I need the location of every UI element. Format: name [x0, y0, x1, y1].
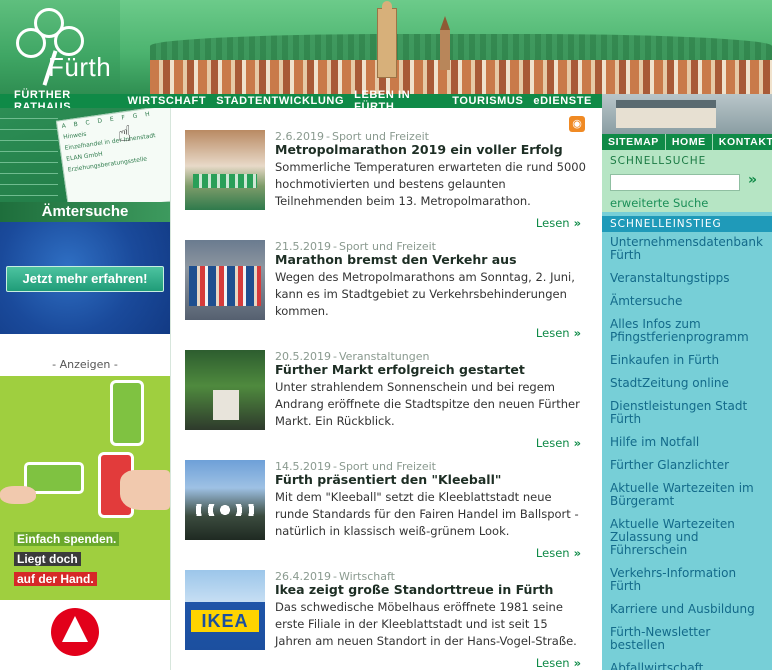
left-column: A B C D E F G H Hinweis Einzelhandel in …: [0, 108, 170, 670]
jetzt-mehr-erfahren-button[interactable]: Jetzt mehr erfahren!: [6, 266, 164, 292]
promo-banner: Jetzt mehr erfahren!: [0, 222, 170, 334]
news-item: IKEA 26.4.2019- Wirtschaft Ikea zeigt gro…: [185, 548, 595, 670]
quick-link[interactable]: Alles Infos zum Pfingstferienprogramm: [602, 318, 772, 344]
nav-kontakt[interactable]: KONTAKT: [713, 134, 772, 150]
quick-link[interactable]: Fürth-Newsletter bestellen: [602, 626, 772, 652]
spenden-ad[interactable]: Einfach spenden. Liegt doch auf der Hand…: [0, 376, 170, 600]
quick-link[interactable]: Aktuelle Wartezeiten im Bürgeramt: [602, 482, 772, 508]
register-page: A B C D E F G H Hinweis Einzelhandel in …: [55, 108, 170, 216]
ikea-sign: IKEA: [191, 610, 259, 632]
register-tab: [0, 163, 58, 174]
building-photo: [616, 100, 716, 128]
quick-link[interactable]: Abfallwirtschaft: [602, 662, 772, 670]
ad-line: auf der Hand.: [14, 572, 97, 586]
aemtersuche-title: Ämtersuche: [0, 202, 170, 222]
quick-link[interactable]: Unternehmensdatenbank Fürth: [602, 236, 772, 262]
nav-wirtschaft[interactable]: WIRTSCHAFT: [127, 95, 206, 107]
advanced-search-link[interactable]: erweiterte Suche: [610, 196, 708, 210]
news-title[interactable]: Fürth präsentiert den "Kleeball": [275, 472, 501, 487]
nav-tourismus[interactable]: TOURISMUS: [452, 95, 523, 107]
read-more-label: Lesen: [535, 656, 570, 670]
news-teaser: Wegen des Metropolmarathons am Sonntag, …: [275, 270, 575, 318]
arbeitsagentur-logo-icon: [51, 608, 99, 656]
news-thumbnail[interactable]: IKEA: [185, 570, 265, 650]
header-photo-right: [602, 94, 772, 134]
news-thumbnail[interactable]: [185, 460, 265, 540]
search-input[interactable]: [610, 174, 740, 191]
news-list: ◉ 2.6.2019- Sport und Freizeit Metropolma…: [170, 108, 602, 670]
news-title[interactable]: Fürther Markt erfolgreich gestartet: [275, 362, 525, 377]
register-tab: [0, 152, 58, 163]
quick-link[interactable]: Hilfe im Notfall: [602, 436, 772, 449]
search-submit-icon[interactable]: »: [748, 172, 757, 188]
ad-line: Liegt doch: [14, 552, 81, 566]
quick-search: SCHNELLSUCHE » erweiterte Suche: [602, 150, 772, 212]
ad-line: Einfach spenden.: [14, 532, 120, 546]
nav-stadtentwicklung[interactable]: STADTENTWICKLUNG: [216, 95, 344, 107]
news-title[interactable]: Marathon bremst den Verkehr aus: [275, 252, 517, 267]
quick-link[interactable]: Dienstleistungen Stadt Fürth: [602, 400, 772, 426]
hand-icon: [120, 470, 170, 510]
quick-links-list: Unternehmensdatenbank Fürth Veranstaltun…: [602, 236, 772, 670]
news-item: 2.6.2019- Sport und Freizeit Metropolmara…: [185, 108, 595, 230]
register-tab: [0, 185, 58, 196]
quick-link[interactable]: Fürther Glanzlichter: [602, 459, 772, 472]
search-title: SCHNELLSUCHE: [610, 155, 707, 167]
quick-link[interactable]: Karriere und Ausbildung: [602, 603, 772, 616]
town-hall-tower: [377, 1, 397, 78]
rooftops: [150, 60, 772, 94]
clover-leaf-left: [16, 28, 46, 58]
logo-text: Fürth: [48, 52, 112, 82]
news-thumbnail[interactable]: [185, 240, 265, 320]
news-teaser: Unter strahlendem Sonnenschein und bei r…: [275, 380, 580, 428]
register-tab: [0, 119, 58, 130]
news-item: 21.5.2019- Sport und Freizeit Marathon br…: [185, 218, 595, 340]
quick-links-title: SCHNELLEINSTIEG: [602, 216, 772, 232]
quick-link[interactable]: Verkehrs-Information Fürth: [602, 567, 772, 593]
quick-link[interactable]: Ämtersuche: [602, 295, 772, 308]
news-thumbnail[interactable]: [185, 130, 265, 210]
phone-icon: [110, 380, 144, 446]
register-tab: [0, 130, 58, 141]
header-banner: Fürth: [0, 0, 772, 94]
quick-link[interactable]: Aktuelle Wartezeiten Zulassung und Führe…: [602, 518, 772, 557]
news-teaser: Das schwedische Möbelhaus eröffnete 1981…: [275, 600, 577, 648]
quick-link[interactable]: StadtZeitung online: [602, 377, 772, 390]
double-chevron-right-icon: »: [573, 656, 581, 670]
nav-home[interactable]: HOME: [666, 134, 713, 150]
news-title[interactable]: Ikea zeigt große Standorttreue in Fürth: [275, 582, 553, 597]
right-column: SITEMAP HOME KONTAKT SCHNELLSUCHE » erwe…: [602, 134, 772, 670]
register-tab: [0, 108, 58, 119]
news-teaser: Mit dem "Kleeball" setzt die Kleeblattst…: [275, 490, 579, 538]
news-thumbnail[interactable]: [185, 350, 265, 430]
news-item: 14.5.2019- Sport und Freizeit Fürth präse…: [185, 438, 595, 560]
church-spire: [440, 16, 450, 70]
register-tab: [0, 174, 58, 185]
aemtersuche-teaser[interactable]: A B C D E F G H Hinweis Einzelhandel in …: [0, 108, 170, 222]
main-navigation: FÜRTHER RATHAUS WIRTSCHAFT STADTENTWICKL…: [0, 89, 602, 113]
nav-edienste[interactable]: eDIENSTE: [533, 95, 592, 107]
news-teaser: Sommerliche Temperaturen erwarteten die …: [275, 160, 586, 208]
hand-cursor-icon: ☝: [118, 122, 132, 147]
quick-link[interactable]: Veranstaltungstipps: [602, 272, 772, 285]
register-tab: [0, 141, 58, 152]
nav-sitemap[interactable]: SITEMAP: [602, 134, 666, 150]
quick-link[interactable]: Einkaufen in Fürth: [602, 354, 772, 367]
register-tabs: [0, 108, 58, 208]
hand-icon: [0, 486, 36, 504]
read-more-link[interactable]: Lesen»: [536, 656, 581, 670]
arbeitsagentur-ad[interactable]: [0, 600, 170, 670]
utility-navigation: SITEMAP HOME KONTAKT: [602, 134, 772, 150]
news-item: 20.5.2019- Veranstaltungen Fürther Markt …: [185, 328, 595, 450]
news-title[interactable]: Metropolmarathon 2019 ein voller Erfolg: [275, 142, 563, 157]
ads-label: - Anzeigen -: [52, 358, 118, 371]
